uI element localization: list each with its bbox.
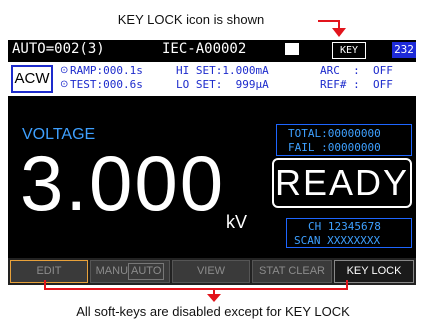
file-name: IEC-A00002 (162, 41, 247, 57)
interface-tag: 232 (392, 42, 416, 58)
annotation-top-arrowhead (332, 28, 346, 37)
softkey-edit[interactable]: EDIT (10, 260, 88, 283)
auto-index: AUTO=002(3) (12, 41, 105, 57)
softkey-auto-label: AUTO (128, 263, 165, 280)
softkey-view[interactable]: VIEW (172, 260, 250, 283)
softkey-stat-clear[interactable]: STAT CLEAR (252, 260, 332, 283)
voltage-unit: kV (226, 212, 248, 232)
ready-status: READY (272, 158, 412, 208)
annotation-top: KEY LOCK icon is shown (117, 12, 265, 27)
fail-count: FAIL :00000000 (288, 141, 381, 154)
softkey-manu-auto[interactable]: MANU AUTO (90, 260, 170, 283)
ramp-time: RAMP:000.1s (70, 64, 143, 77)
clock-icon: ⊙ (60, 65, 69, 76)
total-count: TOTAL:00000000 (288, 127, 381, 140)
scan-row: SCAN XXXXXXXX (294, 234, 381, 247)
annotation-bracket-left (44, 280, 46, 290)
annotation-bottom-arrowhead (207, 294, 221, 302)
ref-setting: REF# : OFF (320, 78, 393, 91)
annotation-bracket-line (44, 288, 348, 290)
annotation-top-line (318, 20, 340, 22)
annotation-bracket-right (346, 280, 348, 290)
status-bar: AUTO=002(3) IEC-A00002 KEY 232 (8, 40, 416, 60)
memory-icon (285, 43, 299, 55)
voltage-value: 3.000 (20, 139, 226, 227)
lo-set: LO SET: 999μA (176, 78, 269, 91)
softkey-manu-label: MANU (95, 265, 129, 277)
annotation-bottom: All soft-keys are disabled except for KE… (76, 304, 350, 319)
instrument-screen: AUTO=002(3) IEC-A00002 KEY 232 ACW ⊙ RAM… (8, 40, 416, 285)
arc-setting: ARC : OFF (320, 64, 393, 77)
mode-box: ACW (11, 65, 53, 93)
hi-set: HI SET:1.000mA (176, 64, 269, 77)
keylock-icon: KEY (332, 42, 366, 59)
clock-icon: ⊙ (60, 79, 69, 90)
channel-row: CH 12345678 (308, 220, 381, 233)
test-time: TEST:000.6s (70, 78, 143, 91)
